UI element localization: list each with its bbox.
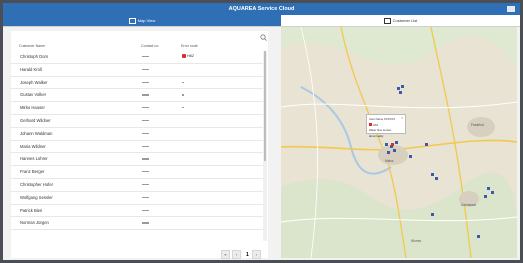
- customer-name: Gustav Volker: [20, 92, 47, 98]
- pagination: «‹ 1 ›: [221, 246, 263, 260]
- scrollbar[interactable]: [263, 51, 267, 241]
- customer-name: Christoph Dorn: [20, 54, 49, 59]
- status-dot: [182, 94, 184, 96]
- map-icon: [128, 17, 136, 24]
- tab-customer-list[interactable]: Customer List: [281, 15, 520, 26]
- customer-name: Norman Jürgen: [20, 220, 49, 226]
- table-row[interactable]: Johann Waldman: [11, 128, 263, 141]
- tab-map-view[interactable]: Map View: [3, 15, 281, 26]
- tab-list-label: Customer List: [392, 18, 418, 23]
- map-label-darmstadt: Darmstadt: [461, 203, 476, 207]
- error-badge-icon: [182, 53, 186, 58]
- customer-name: Mirko Hauser: [20, 105, 45, 111]
- customer-name: Franz Berger: [20, 169, 45, 175]
- contact-placeholder: [142, 56, 149, 58]
- title-bar: AQUAREA Service Cloud: [3, 3, 520, 15]
- status-dot: [182, 81, 184, 83]
- tab-map-label: Map View: [137, 18, 156, 23]
- contact-placeholder: [142, 209, 149, 211]
- contact-placeholder: [142, 68, 149, 71]
- header-customer-name[interactable]: Customer Name: [19, 44, 45, 48]
- customer-name: Johann Waldman: [20, 130, 53, 136]
- customer-name: Patrick Bieri: [20, 207, 43, 213]
- table-body: Christoph Dorn H62 Harald Kroll Joseph Walk…: [11, 51, 263, 231]
- contact-placeholder: [142, 145, 149, 147]
- error-code-text: H62: [187, 53, 194, 58]
- error-badge-icon: [369, 123, 372, 127]
- map-label-worms: Worms: [411, 239, 422, 243]
- customer-name: Hannes Lohrer: [20, 156, 48, 162]
- pager-current-page: 1: [246, 251, 249, 258]
- error-code: H62: [182, 53, 194, 58]
- contact-placeholder: [142, 81, 149, 83]
- customer-name: Harald Kroll: [20, 66, 42, 72]
- contact-placeholder: [142, 107, 149, 109]
- map-view[interactable]: Frankfurt Mainz Darmstadt Worms × User N…: [281, 27, 517, 258]
- header-contact[interactable]: Contact no.: [141, 44, 159, 48]
- table-row[interactable]: Joseph Walker: [11, 77, 263, 90]
- list-icon: [383, 17, 391, 24]
- app-window: AQUAREA Service Cloud Map View Customer …: [3, 3, 520, 260]
- table-row[interactable]: Harald Kroll: [11, 64, 263, 77]
- table-row[interactable]: Patrick Bieri: [11, 205, 263, 218]
- table-row[interactable]: Wolfgang Sessler: [11, 192, 263, 205]
- contact-placeholder: [142, 158, 149, 160]
- tab-bar: Map View Customer List: [3, 15, 520, 27]
- table-header: Customer Name Contact no. Error code: [19, 44, 264, 50]
- customer-name: Christopher Hofer: [20, 181, 54, 187]
- contact-placeholder: [142, 183, 149, 186]
- table-row[interactable]: Franz Berger: [11, 166, 263, 179]
- contact-placeholder: [142, 132, 149, 135]
- table-row[interactable]: Maria Wildner: [11, 141, 263, 154]
- contact-placeholder: [142, 196, 149, 199]
- header-error-code[interactable]: Error code: [181, 44, 198, 48]
- status-dot: [182, 107, 184, 109]
- search-icon[interactable]: [260, 34, 267, 41]
- customer-list-panel: Customer Name Contact no. Error code Chr…: [11, 31, 268, 260]
- pager-prev-button[interactable]: ‹: [232, 250, 241, 260]
- popup-error-desc: Water flow sensor abnormality: [369, 128, 392, 138]
- pager-next-button[interactable]: ›: [251, 250, 261, 260]
- app-title: AQUAREA Service Cloud: [228, 6, 295, 12]
- contact-placeholder: [142, 94, 149, 96]
- customer-name: Wolfgang Sessler: [20, 194, 53, 200]
- close-icon[interactable]: ×: [401, 116, 403, 120]
- table-row[interactable]: Mirko Hauser: [11, 102, 263, 115]
- map-label-mainz: Mainz: [385, 159, 394, 163]
- map-canvas[interactable]: [281, 27, 517, 258]
- table-row[interactable]: Christopher Hofer: [11, 179, 263, 192]
- contact-placeholder: [142, 222, 149, 224]
- table-row[interactable]: Christoph Dorn H62: [11, 51, 263, 64]
- popup-error-code: H62: [373, 122, 379, 127]
- customer-name: Maria Wildner: [20, 143, 46, 149]
- table-row[interactable]: Gerhard Wildner: [11, 115, 263, 128]
- table-row[interactable]: Hannes Lohrer: [11, 153, 263, 167]
- scrollbar-thumb[interactable]: [264, 51, 266, 161]
- map-info-popup: × User Name XXXXXX H62 Water flow sensor…: [366, 114, 406, 138]
- window-icon[interactable]: [507, 6, 515, 12]
- map-label-frankfurt: Frankfurt: [471, 123, 484, 127]
- table-row[interactable]: Norman Jürgen: [11, 217, 263, 231]
- contact-placeholder: [142, 171, 149, 173]
- customer-name: Gerhard Wildner: [20, 117, 51, 123]
- pager-first-button[interactable]: «: [221, 250, 230, 260]
- table-row[interactable]: Gustav Volker: [11, 89, 263, 103]
- contact-placeholder: [142, 119, 149, 122]
- customer-name: Joseph Walker: [20, 79, 48, 85]
